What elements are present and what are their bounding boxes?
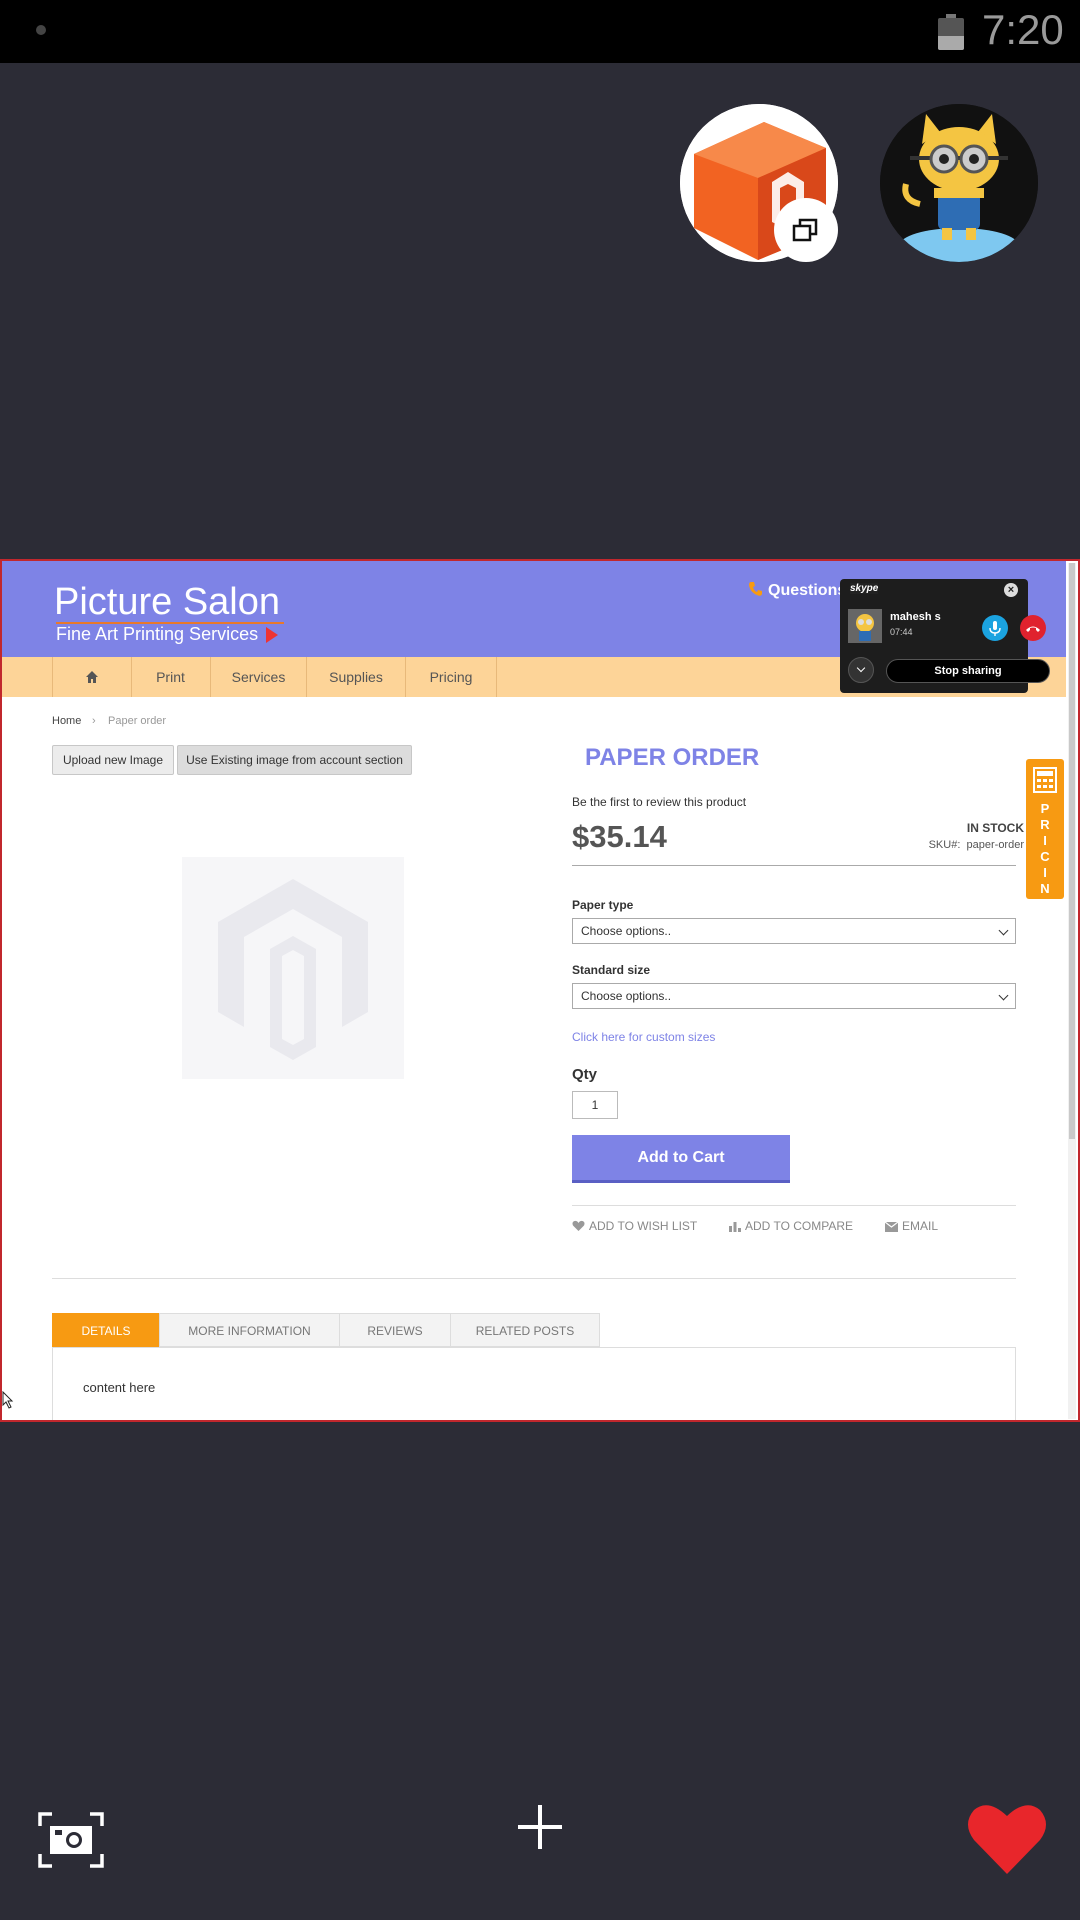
call-duration: 07:44	[890, 627, 913, 637]
product-price: $35.14	[572, 819, 667, 854]
skype-logo: skype	[850, 583, 879, 594]
calculator-icon	[1033, 767, 1057, 793]
breadcrumb-current: Paper order	[108, 715, 167, 727]
qty-input[interactable]: 1	[572, 1091, 618, 1119]
nav-supplies[interactable]: Supplies	[307, 657, 406, 697]
standard-size-select[interactable]: Choose options..	[572, 983, 1016, 1009]
tab-reviews[interactable]: REVIEWS	[339, 1313, 451, 1347]
questions-label: Questions	[768, 582, 847, 599]
wishlist-label: ADD TO WISH LIST	[589, 1219, 698, 1233]
add-to-compare-link[interactable]: ADD TO COMPARE	[729, 1219, 853, 1233]
chevron-down-icon	[856, 663, 866, 673]
standard-size-label: Standard size	[572, 963, 651, 977]
switch-window-icon[interactable]	[774, 198, 838, 262]
screenshot-icon[interactable]	[38, 1812, 104, 1873]
plus-icon[interactable]	[518, 1805, 562, 1854]
logo-subtitle: Fine Art Printing Services	[56, 624, 259, 644]
status-bar: 7:20	[0, 0, 1080, 63]
stop-sharing-button[interactable]: Stop sharing	[886, 659, 1050, 683]
pricing-side-label: P R I C I N G	[1026, 801, 1064, 913]
product-name: PAPER ORDER	[585, 744, 760, 771]
pricing-letter: R	[1040, 817, 1050, 832]
add-to-cart-button[interactable]: Add to Cart	[572, 1135, 790, 1183]
close-icon[interactable]: ×	[1004, 583, 1018, 597]
qty-label: Qty	[572, 1066, 598, 1083]
caller-name: mahesh s	[890, 611, 941, 623]
nav-services[interactable]: Services	[211, 657, 307, 697]
sku-value: paper-order	[966, 839, 1024, 851]
nav-pricing[interactable]: Pricing	[406, 657, 497, 697]
paper-type-label: Paper type	[572, 898, 634, 912]
mouse-cursor-icon	[2, 1391, 14, 1409]
review-link[interactable]: Be the first to review this product	[572, 795, 746, 809]
stock-status: IN STOCK	[966, 821, 1024, 835]
product-image-placeholder	[182, 857, 404, 1079]
notification-dot	[36, 25, 46, 35]
questions-link[interactable]: Questions	[748, 581, 846, 600]
home-icon	[86, 671, 98, 683]
pricing-letter: I	[1043, 833, 1047, 848]
section-divider	[52, 1278, 1016, 1279]
hang-up-icon[interactable]	[1020, 615, 1046, 641]
tab-related-posts[interactable]: RELATED POSTS	[450, 1313, 600, 1347]
microphone-icon[interactable]	[982, 615, 1008, 641]
upload-new-image-button[interactable]: Upload new Image	[52, 745, 174, 775]
nav-home[interactable]	[52, 657, 132, 697]
scrollbar-thumb[interactable]	[1069, 563, 1075, 1139]
price-divider	[572, 865, 1016, 866]
pricing-side-tab[interactable]: P R I C I N G	[1026, 759, 1064, 912]
paper-type-value: Choose options..	[581, 924, 672, 938]
email-label: EMAIL	[902, 1219, 939, 1233]
phone-icon	[749, 582, 762, 596]
tab-details[interactable]: DETAILS	[52, 1313, 160, 1347]
paper-type-select[interactable]: Choose options..	[572, 918, 1016, 944]
page-scrollbar[interactable]	[1068, 563, 1076, 1419]
email-icon	[885, 1222, 898, 1232]
pricing-letter: I	[1043, 865, 1047, 880]
tab-more-information[interactable]: MORE INFORMATION	[159, 1313, 340, 1347]
heart-icon	[572, 1220, 585, 1231]
sku-label: SKU#:	[928, 839, 961, 851]
shared-screen-frame: Picture Salon Fine Art Printing Services…	[0, 559, 1080, 1422]
clock: 7:20	[982, 6, 1064, 53]
add-to-wishlist-link[interactable]: ADD TO WISH LIST	[572, 1219, 697, 1233]
breadcrumb-home[interactable]: Home	[52, 715, 81, 727]
skype-call-widget: skype × mahesh s 07:44 Stop sharing	[840, 579, 1050, 693]
octocat-chat-bubble[interactable]	[880, 104, 1038, 262]
chevron-down-icon	[998, 990, 1009, 1001]
tab-panel: content here	[52, 1347, 1016, 1420]
actions-divider	[572, 1205, 1016, 1206]
compare-label: ADD TO COMPARE	[745, 1219, 854, 1233]
pricing-letter: G	[1039, 897, 1051, 912]
pricing-letter: C	[1040, 849, 1050, 864]
breadcrumb-separator-icon: ›	[92, 715, 96, 727]
nav-print[interactable]: Print	[131, 657, 211, 697]
battery-icon	[938, 14, 964, 50]
standard-size-value: Choose options..	[581, 989, 672, 1003]
logo-play-icon	[266, 627, 278, 643]
sku: SKU#: paper-order	[929, 839, 1024, 851]
collapse-button[interactable]	[848, 657, 874, 683]
email-link[interactable]: EMAIL	[885, 1219, 938, 1233]
chevron-down-icon	[998, 925, 1009, 936]
compare-icon	[729, 1222, 741, 1232]
heart-icon[interactable]	[966, 1800, 1048, 1883]
avatar	[848, 609, 882, 643]
pricing-letter: P	[1040, 801, 1050, 816]
custom-sizes-link[interactable]: Click here for custom sizes	[572, 1030, 715, 1044]
use-existing-image-button[interactable]: Use Existing image from account section	[177, 745, 412, 775]
logo-title[interactable]: Picture Salon	[54, 581, 280, 624]
pricing-letter: N	[1040, 881, 1050, 896]
tab-content: content here	[83, 1380, 156, 1395]
